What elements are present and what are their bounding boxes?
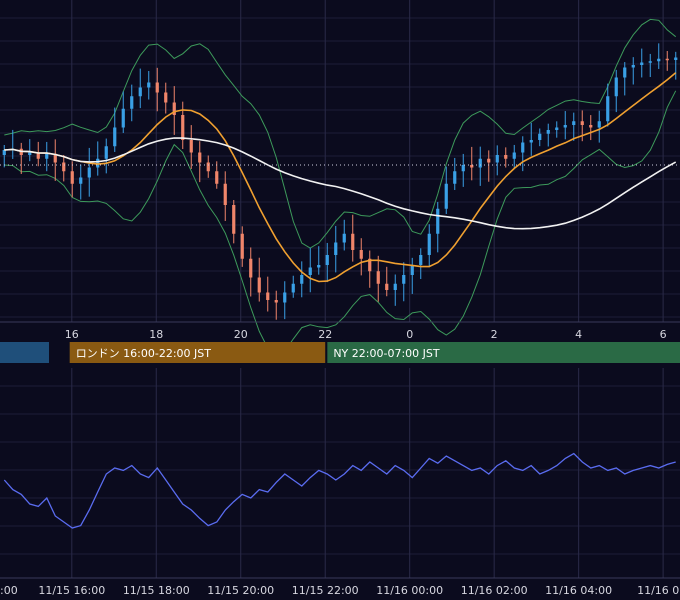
candle-body — [300, 275, 304, 284]
candle-body — [487, 158, 491, 163]
candle-body — [223, 183, 227, 205]
candle-body — [538, 133, 542, 140]
candle-body — [113, 127, 117, 147]
candle-body — [198, 152, 202, 163]
candle-body — [427, 233, 431, 255]
candle-body — [393, 283, 397, 290]
candle-body — [206, 162, 210, 172]
chart-background — [0, 0, 680, 600]
session-label: ロンドン 16:00-22:00 JST — [76, 347, 212, 360]
candle-body — [96, 158, 100, 168]
price-tick-label: 6 — [660, 328, 667, 341]
session-label: NY 22:00-07:00 JST — [333, 347, 440, 360]
candle-body — [2, 150, 6, 155]
candle-body — [121, 108, 125, 128]
bottom-tick-label: 11/16 02:00 — [461, 584, 528, 597]
price-tick-label: 20 — [234, 328, 248, 341]
candle-body — [215, 171, 219, 184]
candle-body — [147, 82, 151, 88]
price-tick-label: 2 — [491, 328, 498, 341]
candle-body — [317, 265, 321, 268]
candle-body — [334, 242, 338, 255]
candle-body — [325, 255, 329, 265]
candle-body — [189, 140, 193, 153]
bottom-tick-label: 11/16 00:00 — [376, 584, 443, 597]
bottom-tick-label: 11/16 06:0 — [637, 584, 680, 597]
candle-body — [563, 125, 567, 128]
session-segment: NY 22:00-07:00 JST — [327, 342, 680, 363]
price-tick-label: 4 — [575, 328, 582, 341]
candle-body — [62, 162, 66, 172]
price-tick-label: 0 — [406, 328, 413, 341]
candle-body — [589, 125, 593, 128]
candle-body — [232, 205, 236, 234]
price-tick-label: 18 — [149, 328, 163, 341]
candle-body — [606, 96, 610, 122]
candle-body — [512, 152, 516, 159]
candle-body — [410, 265, 414, 275]
candle-body — [614, 77, 618, 97]
candle-body — [478, 158, 482, 168]
candle-body — [79, 177, 83, 184]
candle-body — [70, 171, 74, 184]
candle-body — [28, 152, 32, 155]
candle-body — [249, 258, 253, 278]
candle-body — [597, 121, 601, 128]
bottom-tick-label: 11/16 04:00 — [545, 584, 612, 597]
session-bar: ロンドン 16:00-22:00 JST NY 22:00-07:00 JST — [0, 342, 680, 363]
bottom-tick-label: 11/15 16:00 — [38, 584, 105, 597]
candle-body — [274, 300, 278, 303]
candle-body — [240, 233, 244, 259]
bottom-tick-label: 11/15 20:00 — [207, 584, 274, 597]
candle-body — [257, 277, 261, 293]
candle-body — [453, 171, 457, 184]
candle-body — [130, 96, 134, 109]
candle-body — [521, 142, 525, 153]
candle-body — [104, 146, 108, 159]
candle-body — [385, 283, 389, 290]
candle-body — [444, 183, 448, 209]
chart-root: 16 18 20 22 0 2 4 6 ロンドン 16:00-22:00 JST NY 22:0… — [0, 0, 680, 600]
candle-body — [657, 58, 661, 62]
bottom-tick-label: :00 — [0, 584, 18, 597]
candle-body — [546, 130, 550, 134]
session-segment: ロンドン 16:00-22:00 JST — [69, 342, 326, 363]
candle-body — [402, 275, 406, 284]
candle-body — [631, 65, 635, 68]
candle-body — [495, 155, 499, 163]
candle-body — [665, 58, 669, 61]
candle-body — [419, 255, 423, 265]
candle-body — [283, 292, 287, 303]
candle-body — [359, 250, 363, 259]
bottom-tick-label: 11/15 22:00 — [292, 584, 359, 597]
candle-body — [181, 115, 185, 140]
candle-body — [648, 61, 652, 63]
candle-body — [308, 267, 312, 275]
candle-body — [351, 233, 355, 250]
candle-body — [623, 67, 627, 78]
candle-body — [461, 165, 465, 172]
candle-body — [504, 155, 508, 159]
candle-body — [45, 153, 49, 159]
candle-body — [291, 283, 295, 293]
candle-body — [155, 82, 159, 93]
candle-body — [640, 62, 644, 65]
candle-body — [436, 208, 440, 234]
candle-body — [529, 140, 533, 143]
price-tick-label: 22 — [318, 328, 332, 341]
price-tick-label: 16 — [65, 328, 79, 341]
session-block — [0, 342, 49, 363]
bottom-tick-label: 11/15 18:00 — [123, 584, 190, 597]
candle-body — [164, 92, 168, 103]
candle-body — [266, 292, 270, 300]
candle-body — [87, 167, 91, 178]
candle-body — [555, 127, 559, 130]
candle-body — [376, 271, 380, 284]
candle-body — [572, 121, 576, 125]
candle-body — [674, 57, 678, 60]
session-segment — [0, 342, 49, 363]
candle-body — [580, 121, 584, 125]
candle-body — [138, 87, 142, 97]
candle-body — [342, 233, 346, 243]
